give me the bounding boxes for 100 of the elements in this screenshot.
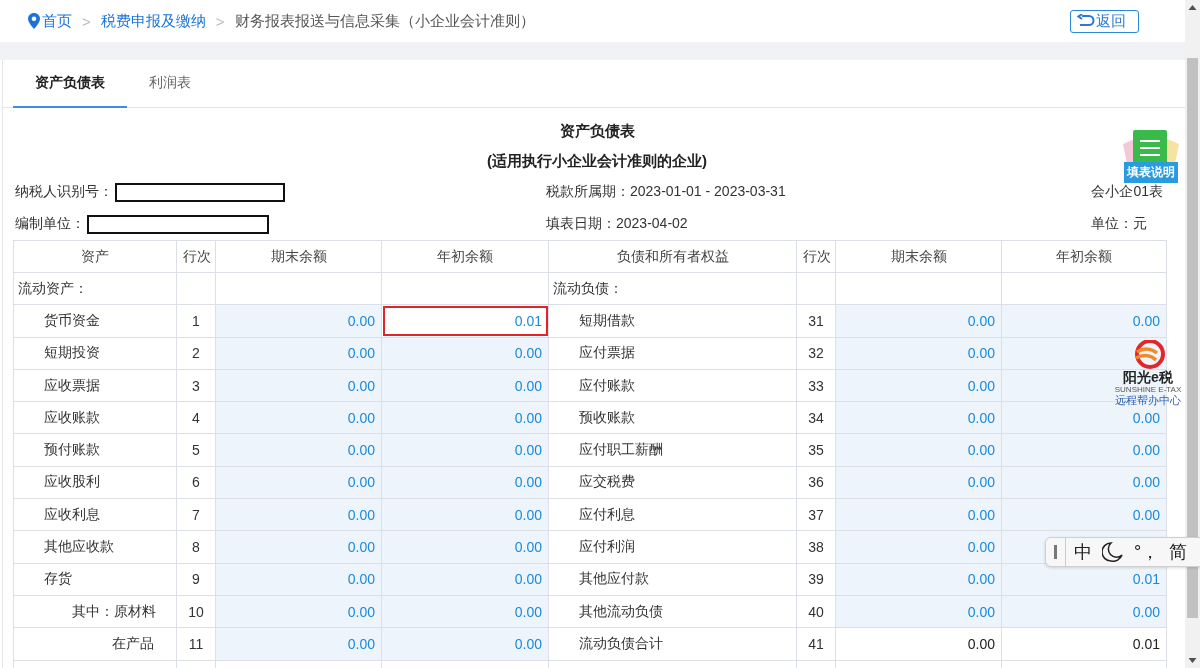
row-label: 在产品 — [13, 627, 177, 661]
row-label: 存货 — [13, 563, 177, 596]
tax-period: 税款所属期：2023-01-01 - 2023-03-31 — [546, 182, 787, 201]
amount-input[interactable]: 0.00 — [835, 369, 1002, 402]
ime-script[interactable]: 简 — [1169, 540, 1188, 564]
column-header: 负债和所有者权益 — [548, 240, 797, 273]
breadcrumb-current: 财务报表报送与信息采集（小企业会计准则） — [234, 11, 535, 31]
amount-input[interactable]: 0.00 — [835, 401, 1002, 434]
line-number: 7 — [176, 498, 216, 531]
row-label: 预收账款 — [548, 401, 797, 434]
location-pin-icon — [28, 13, 40, 29]
row-label: 货币资金 — [13, 304, 177, 338]
line-number: 4 — [176, 401, 216, 434]
line-number: 1 — [176, 304, 216, 338]
moon-icon[interactable] — [1102, 541, 1124, 563]
amount-input[interactable]: 0.00 — [835, 304, 1002, 338]
row-label: 应收账款 — [13, 401, 177, 434]
row-label: 应付职工薪酬 — [548, 434, 797, 467]
line-number: 2 — [176, 337, 216, 370]
line-number: 5 — [176, 434, 216, 467]
amount-input[interactable]: 0.00 — [215, 369, 382, 402]
amount-input[interactable]: 0.00 — [1001, 466, 1167, 499]
amount-input[interactable]: 0.00 — [1001, 498, 1167, 531]
field-label: 纳税人识别号： — [15, 183, 113, 201]
breadcrumb-link[interactable]: 税费申报及缴纳 — [100, 11, 206, 31]
row-label: 其他应收款 — [13, 530, 177, 564]
brand-subtitle: SUNSHINE E-TAX — [1114, 385, 1182, 394]
line-number: 41 — [796, 627, 836, 661]
amount-input[interactable]: 0.00 — [215, 498, 382, 531]
scrollbar-thumb[interactable] — [1187, 58, 1198, 618]
amount-input[interactable]: 0.00 — [835, 530, 1002, 564]
amount-input[interactable]: 0.00 — [835, 434, 1002, 467]
amount-input[interactable]: 0.00 — [215, 401, 382, 434]
row-label: 应收票据 — [13, 369, 177, 402]
line-number: 36 — [796, 466, 836, 499]
tab[interactable]: 利润表 — [127, 60, 213, 108]
amount-input[interactable]: 0.00 — [381, 563, 549, 596]
amount-input[interactable]: 0.00 — [835, 498, 1002, 531]
sheet-subtitle: (适用执行小企业会计准则的企业) — [487, 151, 707, 171]
row-label: 应付利息 — [548, 498, 797, 531]
amount-input[interactable]: 0.01 — [381, 304, 549, 338]
amount-input[interactable]: 0.00 — [215, 466, 382, 499]
amount-input[interactable]: 0.00 — [215, 434, 382, 467]
amount-input[interactable]: 0.00 — [381, 401, 549, 434]
line-number: 39 — [796, 563, 836, 596]
fill-instructions-label: 填表说明 — [1124, 162, 1178, 183]
row-label: 应付票据 — [548, 337, 797, 370]
row-label: 应收股利 — [13, 466, 177, 499]
amount-input[interactable]: 0.00 — [215, 304, 382, 338]
row-label: 应付利润 — [548, 530, 797, 564]
line-number: 6 — [176, 466, 216, 499]
amount-input[interactable]: 0.00 — [215, 563, 382, 596]
row-label: 应收利息 — [13, 498, 177, 531]
line-number: 9 — [176, 563, 216, 596]
amount-input[interactable]: 0.00 — [215, 627, 382, 661]
column-header: 期末余额 — [835, 240, 1002, 273]
amount-input[interactable]: 0.00 — [1001, 595, 1167, 628]
row-label: 流动负债合计 — [548, 627, 797, 661]
row-label: 应交税费 — [548, 466, 797, 499]
line-number: 3 — [176, 369, 216, 402]
fill-date: 填表日期：2023-04-02 — [546, 214, 689, 233]
line-number: 10 — [176, 595, 216, 628]
fill-instructions-button[interactable]: 填表说明 — [1118, 128, 1184, 183]
amount-input[interactable]: 0.00 — [835, 563, 1002, 596]
column-header: 行次 — [176, 240, 216, 273]
amount-input[interactable]: 0.00 — [215, 595, 382, 628]
line-number: 35 — [796, 434, 836, 467]
line-number: 31 — [796, 304, 836, 338]
amount-input[interactable]: 0.00 — [381, 595, 549, 628]
row-label: 短期投资 — [13, 337, 177, 370]
column-header: 行次 — [796, 240, 836, 273]
return-arrow-icon — [1077, 14, 1095, 28]
home-link[interactable]: 首页 — [28, 11, 72, 31]
amount-input[interactable]: 0.00 — [381, 530, 549, 564]
amount-input[interactable]: 0.00 — [1001, 434, 1167, 467]
amount-input[interactable]: 0.00 — [835, 337, 1002, 370]
amount-input[interactable]: 0.00 — [1001, 304, 1167, 338]
ime-mode[interactable]: 中 — [1074, 540, 1092, 564]
amount-input[interactable]: 0.00 — [381, 337, 549, 370]
amount-input[interactable]: 0.00 — [215, 337, 382, 370]
line-number: 33 — [796, 369, 836, 402]
row-label: 其他流动负债 — [548, 595, 797, 628]
back-button[interactable]: 返回 — [1070, 9, 1139, 33]
amount-cell: 0.00 — [835, 627, 1002, 661]
ime-punctuation[interactable]: °， — [1134, 540, 1160, 564]
sheet-title: 资产负债表 — [559, 121, 635, 141]
amount-input[interactable]: 0.00 — [835, 466, 1002, 499]
tab[interactable]: 资产负债表 — [13, 60, 127, 108]
amount-input[interactable]: 0.00 — [381, 627, 549, 661]
column-header: 期末余额 — [215, 240, 382, 273]
row-label: 流动负债： — [548, 272, 797, 305]
row-label: 流动资产： — [13, 272, 177, 305]
amount-input[interactable]: 0.00 — [381, 466, 549, 499]
amount-input[interactable]: 0.00 — [381, 498, 549, 531]
amount-input[interactable]: 0.00 — [381, 434, 549, 467]
column-header: 年初余额 — [381, 240, 549, 273]
brand-name: 阳光e税 — [1123, 370, 1173, 385]
amount-input[interactable]: 0.00 — [835, 595, 1002, 628]
amount-input[interactable]: 0.00 — [215, 530, 382, 564]
amount-input[interactable]: 0.00 — [381, 369, 549, 402]
